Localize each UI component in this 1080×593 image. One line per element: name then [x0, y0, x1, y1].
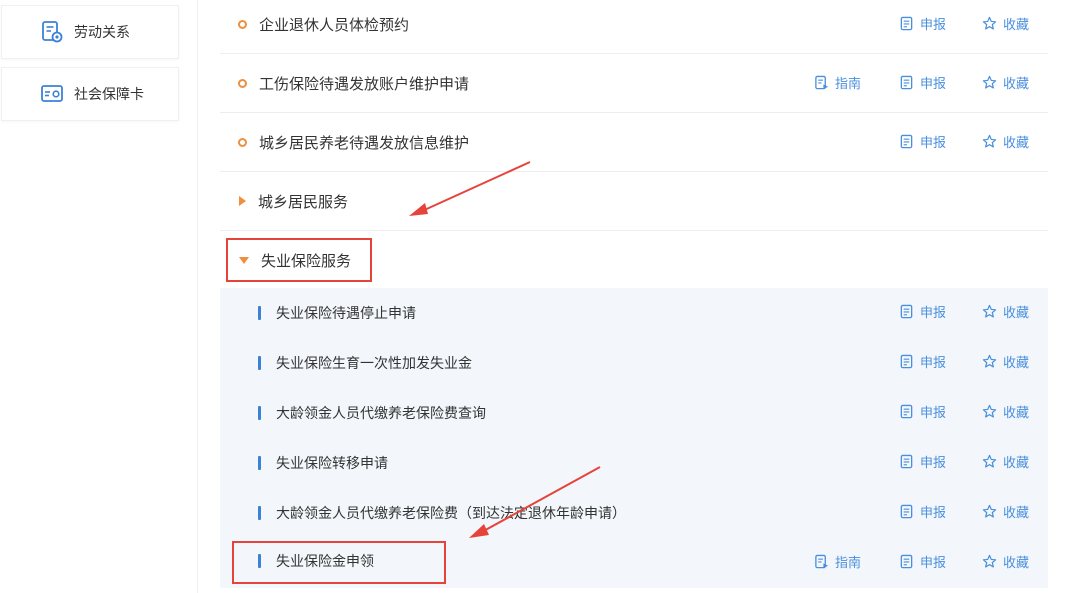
apply-button[interactable]: 申报	[899, 13, 946, 33]
sidebar-item-labor-relations[interactable]: 劳动关系	[1, 5, 179, 59]
bullet-ring-icon	[238, 137, 247, 147]
sidebar-item-social-security-card[interactable]: 社会保障卡	[1, 67, 179, 121]
annotation-highlight-box	[226, 238, 372, 282]
group-header-collapsed[interactable]: 城乡居民服务	[220, 172, 1048, 231]
star-icon	[982, 554, 997, 568]
star-icon	[982, 134, 997, 148]
blue-bar-icon	[258, 456, 261, 470]
apply-button[interactable]: 申报	[899, 551, 946, 571]
apply-icon	[900, 404, 913, 418]
group-title: 失业保险服务	[261, 252, 352, 270]
guide-icon	[815, 554, 829, 568]
apply-icon	[900, 354, 913, 368]
bullet-ring-icon	[238, 19, 247, 29]
star-icon	[982, 304, 997, 318]
caret-right-icon	[239, 196, 246, 206]
favorite-button[interactable]: 收藏	[982, 501, 1029, 521]
favorite-button[interactable]: 收藏	[982, 401, 1029, 421]
favorite-label: 收藏	[1003, 505, 1030, 521]
apply-label: 申报	[920, 355, 947, 371]
favorite-button[interactable]: 收藏	[982, 301, 1029, 321]
apply-button[interactable]: 申报	[899, 72, 946, 92]
apply-button[interactable]: 申报	[899, 451, 946, 471]
apply-button[interactable]: 申报	[899, 131, 946, 151]
favorite-button[interactable]: 收藏	[982, 451, 1029, 471]
apply-button[interactable]: 申报	[899, 351, 946, 371]
favorite-button[interactable]: 收藏	[982, 551, 1029, 571]
apply-icon	[900, 304, 913, 318]
favorite-label: 收藏	[1003, 455, 1030, 471]
favorite-label: 收藏	[1003, 555, 1030, 571]
apply-label: 申报	[920, 305, 947, 321]
social-security-card-icon	[40, 82, 64, 106]
star-icon	[982, 75, 997, 89]
apply-icon	[900, 75, 913, 89]
bullet-ring-icon	[238, 78, 247, 88]
apply-label: 申报	[920, 135, 947, 151]
sidebar-item-label: 社会保障卡	[74, 87, 144, 103]
guide-button[interactable]: 指南	[814, 72, 861, 92]
apply-label: 申报	[920, 17, 947, 33]
star-icon	[982, 16, 997, 30]
star-icon	[982, 454, 997, 468]
sidebar-item-label: 劳动关系	[74, 25, 130, 41]
apply-label: 申报	[920, 455, 947, 471]
labor-document-icon	[40, 20, 64, 44]
sidebar-divider	[197, 0, 198, 593]
guide-icon	[815, 75, 829, 89]
favorite-button[interactable]: 收藏	[982, 72, 1029, 92]
favorite-button[interactable]: 收藏	[982, 131, 1029, 151]
apply-label: 申报	[920, 505, 947, 521]
guide-label: 指南	[835, 76, 862, 92]
blue-bar-icon	[258, 406, 261, 420]
favorite-label: 收藏	[1003, 355, 1030, 371]
star-icon	[982, 354, 997, 368]
guide-button[interactable]: 指南	[814, 551, 861, 571]
blue-bar-icon	[258, 506, 261, 520]
favorite-label: 收藏	[1003, 17, 1030, 33]
apply-icon	[900, 554, 913, 568]
apply-button[interactable]: 申报	[899, 301, 946, 321]
favorite-label: 收藏	[1003, 305, 1030, 321]
blue-bar-icon	[258, 356, 261, 370]
favorite-button[interactable]: 收藏	[982, 13, 1029, 33]
group-title: 城乡居民服务	[258, 192, 349, 211]
star-icon	[982, 404, 997, 418]
apply-icon	[900, 454, 913, 468]
blue-bar-icon	[258, 306, 261, 320]
apply-icon	[900, 16, 913, 30]
favorite-button[interactable]: 收藏	[982, 351, 1029, 371]
apply-label: 申报	[920, 76, 947, 92]
apply-label: 申报	[920, 405, 947, 421]
favorite-label: 收藏	[1003, 76, 1030, 92]
guide-label: 指南	[835, 555, 862, 571]
apply-icon	[900, 134, 913, 148]
apply-icon	[900, 504, 913, 518]
star-icon	[982, 504, 997, 518]
apply-button[interactable]: 申报	[899, 501, 946, 521]
favorite-label: 收藏	[1003, 135, 1030, 151]
apply-button[interactable]: 申报	[899, 401, 946, 421]
favorite-label: 收藏	[1003, 405, 1030, 421]
apply-label: 申报	[920, 555, 947, 571]
annotation-highlight-box	[232, 541, 446, 584]
